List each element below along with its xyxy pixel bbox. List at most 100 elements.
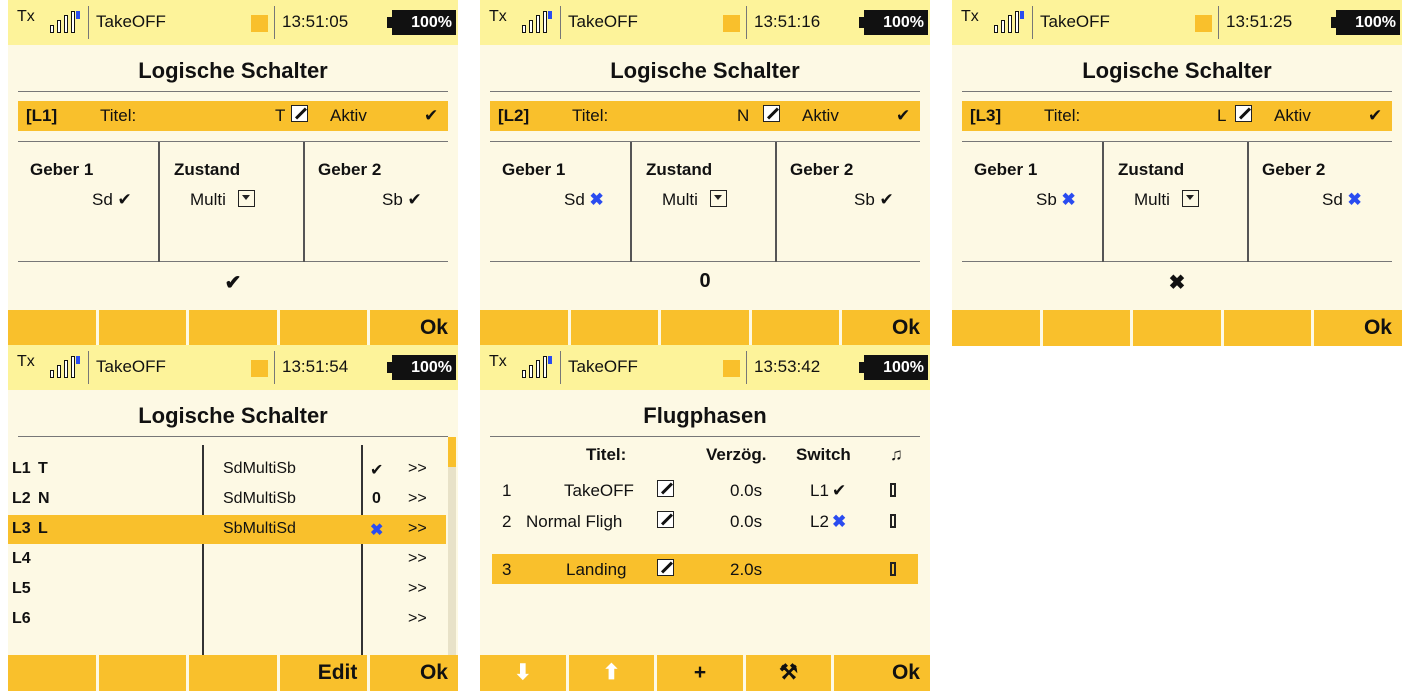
dropdown-icon	[237, 190, 255, 207]
softkey-2[interactable]	[98, 655, 187, 691]
check-icon: ✔	[370, 462, 384, 479]
softkey-4[interactable]	[1223, 310, 1312, 346]
ok-button[interactable]: Ok	[370, 310, 458, 346]
check-icon: ✔	[832, 481, 847, 500]
softkey-3[interactable]	[1133, 310, 1221, 346]
softkey-bar: Edit Ok	[8, 655, 458, 691]
ok-button[interactable]: Ok	[842, 310, 930, 346]
logic-switch-l3-screen: Tx TakeOFF 13:51:25 100% Logische Schalt…	[952, 0, 1402, 346]
edit-icon[interactable]	[291, 105, 308, 122]
model-name: TakeOFF	[568, 357, 638, 376]
aktiv-check-icon[interactable]: ✔	[1368, 106, 1382, 126]
softkey-4[interactable]	[751, 310, 840, 346]
softkey-2[interactable]	[98, 310, 187, 346]
geber1-value[interactable]: Sd ✖	[564, 190, 604, 210]
model-name: TakeOFF	[568, 12, 638, 31]
softkey-3[interactable]	[189, 310, 277, 346]
scrollbar-thumb[interactable]	[448, 437, 456, 467]
dropdown-icon	[1181, 190, 1199, 207]
battery-icon: 100%	[387, 355, 456, 380]
phase-row[interactable]: 2 Normal Fligh 0.0s L2 ✖	[492, 506, 918, 536]
softkey-1[interactable]	[480, 310, 568, 346]
switch-id: [L1]	[26, 106, 58, 125]
result-check-icon: ✔	[224, 272, 242, 294]
battery-icon: 100%	[387, 10, 456, 35]
tx-label: Tx	[961, 8, 979, 25]
cross-icon: ✖	[370, 522, 384, 539]
more-button: >>	[408, 490, 427, 507]
tx-label: Tx	[17, 353, 35, 370]
ok-button[interactable]: Ok	[370, 655, 458, 691]
list-item[interactable]: L4 >>	[8, 545, 446, 574]
softkey-1[interactable]	[8, 310, 96, 346]
scrollbar[interactable]	[448, 437, 456, 657]
geber2-value[interactable]: Sd ✖	[1322, 190, 1362, 210]
titel-label: Titel:	[1044, 106, 1081, 125]
geber2-heading: Geber 2	[1262, 160, 1326, 179]
zustand-select[interactable]: Multi	[662, 190, 727, 210]
music-note-icon: ♫	[890, 445, 903, 464]
softkey-2[interactable]	[570, 310, 659, 346]
page-title: Logische Schalter	[138, 58, 328, 83]
logic-switch-l1-screen: Tx TakeOFF 13:51:05 100% Logische Schalt…	[8, 0, 458, 346]
model-name: TakeOFF	[1040, 12, 1110, 31]
clock: 13:53:42	[754, 357, 821, 376]
softkey-1[interactable]	[952, 310, 1040, 346]
geber1-heading: Geber 1	[30, 160, 94, 179]
list-item[interactable]: L1 T SdMultiSb ✔ >>	[8, 455, 446, 484]
ok-button[interactable]: Ok	[1314, 310, 1402, 346]
tx-label: Tx	[489, 8, 507, 25]
edit-icon[interactable]	[763, 105, 780, 122]
tx-label: Tx	[489, 353, 507, 370]
titel-value: T	[275, 106, 286, 125]
ok-button[interactable]: Ok	[834, 655, 930, 691]
geber1-value[interactable]: Sd ✔	[92, 190, 132, 210]
phase-row[interactable]: 3 Landing 2.0s	[492, 554, 918, 584]
edit-icon[interactable]	[1235, 105, 1252, 122]
softkey-2[interactable]	[1042, 310, 1131, 346]
condition-panel: Geber 1 Sd ✔ Zustand Multi Geber 2 Sb ✔	[18, 141, 448, 262]
edit-button[interactable]: Edit	[279, 655, 368, 691]
switch-id: [L2]	[498, 106, 530, 125]
speaker-icon	[890, 562, 896, 576]
switch-header-row[interactable]: [L3] Titel: L Aktiv ✔	[962, 101, 1392, 131]
softkey-1[interactable]	[8, 655, 96, 691]
status-indicator-icon	[723, 360, 740, 377]
model-name: TakeOFF	[96, 357, 166, 376]
switch-header-row[interactable]: [L1] Titel: T Aktiv ✔	[18, 101, 448, 131]
geber1-value[interactable]: Sb ✖	[1036, 190, 1076, 210]
list-item[interactable]: L2 N SdMultiSb 0 >>	[8, 485, 446, 514]
status-indicator-icon	[251, 15, 268, 32]
add-button[interactable]: +	[657, 655, 743, 691]
phase-row[interactable]: 1 TakeOFF 0.0s L1 ✔	[492, 475, 918, 505]
geber2-value[interactable]: Sb ✔	[382, 190, 422, 210]
page-title: Logische Schalter	[610, 58, 800, 83]
titel-value: N	[737, 106, 750, 125]
move-up-button[interactable]: ⬆	[568, 655, 655, 691]
column-header-titel: Titel:	[586, 445, 627, 464]
aktiv-check-icon[interactable]: ✔	[424, 106, 438, 126]
status-bar: Tx TakeOFF 13:51:54 100%	[8, 345, 458, 390]
status-bar: Tx TakeOFF 13:53:42 100%	[480, 345, 930, 390]
zustand-select[interactable]: Multi	[1134, 190, 1199, 210]
zustand-select[interactable]: Multi	[190, 190, 255, 210]
softkey-3[interactable]	[661, 310, 749, 346]
softkey-bar: Ok	[952, 310, 1402, 346]
list-item[interactable]: L6 >>	[8, 605, 446, 634]
switch-header-row[interactable]: [L2] Titel: N Aktiv ✔	[490, 101, 920, 131]
cross-icon: ✖	[1347, 190, 1362, 209]
aktiv-check-icon[interactable]: ✔	[896, 106, 910, 126]
list-item[interactable]: L3 L SbMultiSd ✖ >>	[8, 515, 446, 544]
list-item[interactable]: L5 >>	[8, 575, 446, 604]
softkey-4[interactable]	[279, 310, 368, 346]
geber2-value[interactable]: Sb ✔	[854, 190, 894, 210]
model-name: TakeOFF	[96, 12, 166, 31]
geber2-heading: Geber 2	[318, 160, 382, 179]
move-down-button[interactable]: ⬇	[480, 655, 566, 691]
status-bar: Tx TakeOFF 13:51:16 100%	[480, 0, 930, 45]
zustand-heading: Zustand	[174, 160, 241, 179]
softkey-3[interactable]	[189, 655, 277, 691]
tools-icon[interactable]: ⚒	[745, 655, 832, 691]
more-button: >>	[408, 610, 427, 627]
edit-icon	[657, 559, 674, 576]
